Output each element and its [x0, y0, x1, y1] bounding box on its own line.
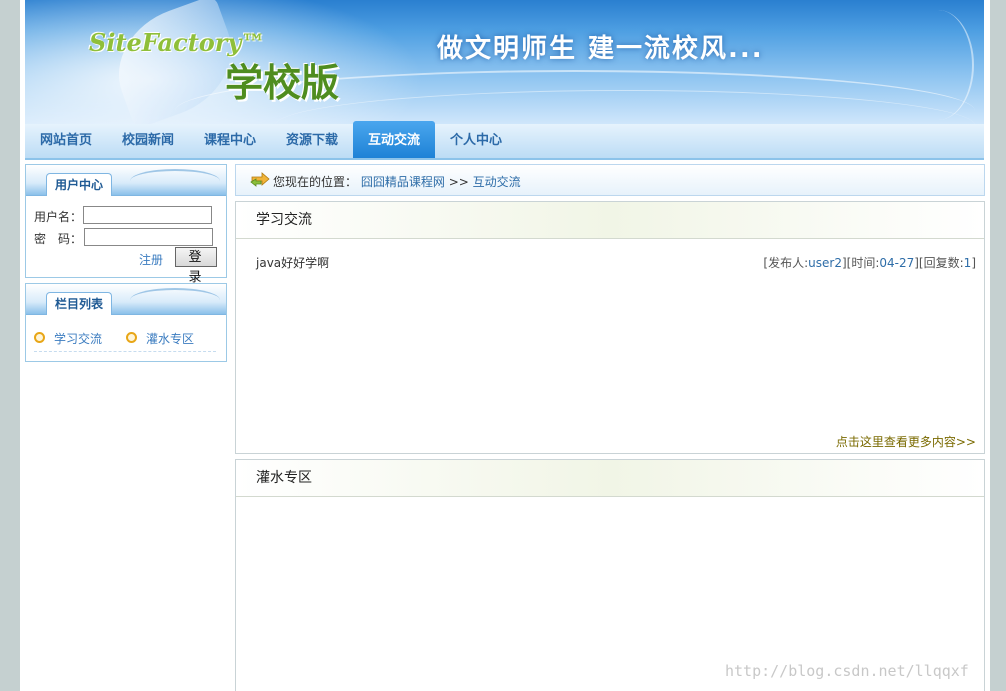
nav-item-courses[interactable]: 课程中心	[189, 124, 271, 158]
breadcrumb-prefix: 您现在的位置：	[273, 175, 358, 189]
username-label: 用户名：	[34, 210, 83, 224]
main-nav: 网站首页 校园新闻 课程中心 资源下载 互动交流 个人中心	[25, 121, 984, 160]
more-content-link[interactable]: 点击这里查看更多内容>>	[836, 433, 976, 450]
user-center-box: 用户中心 用户名： 密 码： 注册 登录	[25, 164, 227, 285]
column-item-study[interactable]: 学习交流	[34, 330, 103, 347]
water-panel: 灌水专区	[235, 459, 985, 691]
meta-close: ]	[971, 256, 976, 270]
breadcrumb-site-link[interactable]: 囧囧精品课程网	[361, 175, 445, 189]
reply-label: ][回复数:	[914, 256, 964, 270]
breadcrumb-text: 您现在的位置： 囧囧精品课程网 >> 互动交流	[273, 173, 521, 190]
flower-decoration-icon	[902, 10, 974, 120]
column-list-title: 栏目列表	[46, 292, 113, 315]
divider	[34, 351, 216, 352]
column-item-water[interactable]: 灌水专区	[126, 330, 195, 347]
register-link[interactable]: 注册	[139, 251, 163, 268]
nav-item-news[interactable]: 校园新闻	[107, 124, 189, 158]
password-input[interactable]	[84, 228, 213, 246]
column-list-box: 栏目列表 学习交流 灌水专区	[25, 283, 227, 362]
time-label: ][时间:	[841, 256, 880, 270]
study-panel: 学习交流 java好好学啊 [发布人:user2][时间:04-27][回复数:…	[235, 201, 985, 454]
water-panel-title: 灌水专区	[236, 460, 984, 497]
banner-slogan: 做文明师生 建一流校风...	[437, 34, 764, 64]
user-center-title: 用户中心	[46, 173, 113, 196]
logo-text-zh: 学校版	[225, 60, 340, 105]
watermark-text: http://blog.csdn.net/llqqxf	[725, 662, 969, 680]
bullet-icon	[126, 332, 137, 343]
swirl-decoration-icon	[130, 169, 220, 193]
post-title-link[interactable]: java好好学啊	[256, 254, 329, 271]
column-item-label: 灌水专区	[146, 332, 195, 346]
post-meta: [发布人:user2][时间:04-27][回复数:1]	[763, 254, 976, 271]
user-center-header: 用户中心	[26, 165, 226, 196]
swirl-decoration-icon	[130, 288, 220, 312]
page: SiteFactory™ 学校版 做文明师生 建一流校风... 网站首页 校园新…	[20, 0, 990, 691]
breadcrumb: 您现在的位置： 囧囧精品课程网 >> 互动交流	[235, 164, 985, 196]
password-label: 密 码：	[34, 232, 83, 246]
study-panel-title: 学习交流	[236, 202, 984, 239]
breadcrumb-current[interactable]: 互动交流	[473, 175, 521, 189]
nav-item-interaction[interactable]: 互动交流	[353, 121, 435, 158]
header-banner: SiteFactory™ 学校版 做文明师生 建一流校风...	[25, 0, 984, 124]
author-label: [发布人:	[763, 256, 809, 270]
nav-item-downloads[interactable]: 资源下载	[271, 124, 353, 158]
post-time: 04-27	[879, 256, 915, 270]
breadcrumb-separator: >>	[448, 175, 469, 189]
nav-item-personal[interactable]: 个人中心	[435, 124, 517, 158]
location-arrow-icon	[250, 172, 270, 187]
bullet-icon	[34, 332, 45, 343]
column-item-label: 学习交流	[54, 332, 103, 346]
post-author: user2	[808, 256, 842, 270]
column-list-header: 栏目列表	[26, 284, 226, 315]
login-button[interactable]: 登录	[175, 247, 217, 285]
nav-item-home[interactable]: 网站首页	[25, 124, 107, 158]
username-input[interactable]	[83, 206, 212, 224]
